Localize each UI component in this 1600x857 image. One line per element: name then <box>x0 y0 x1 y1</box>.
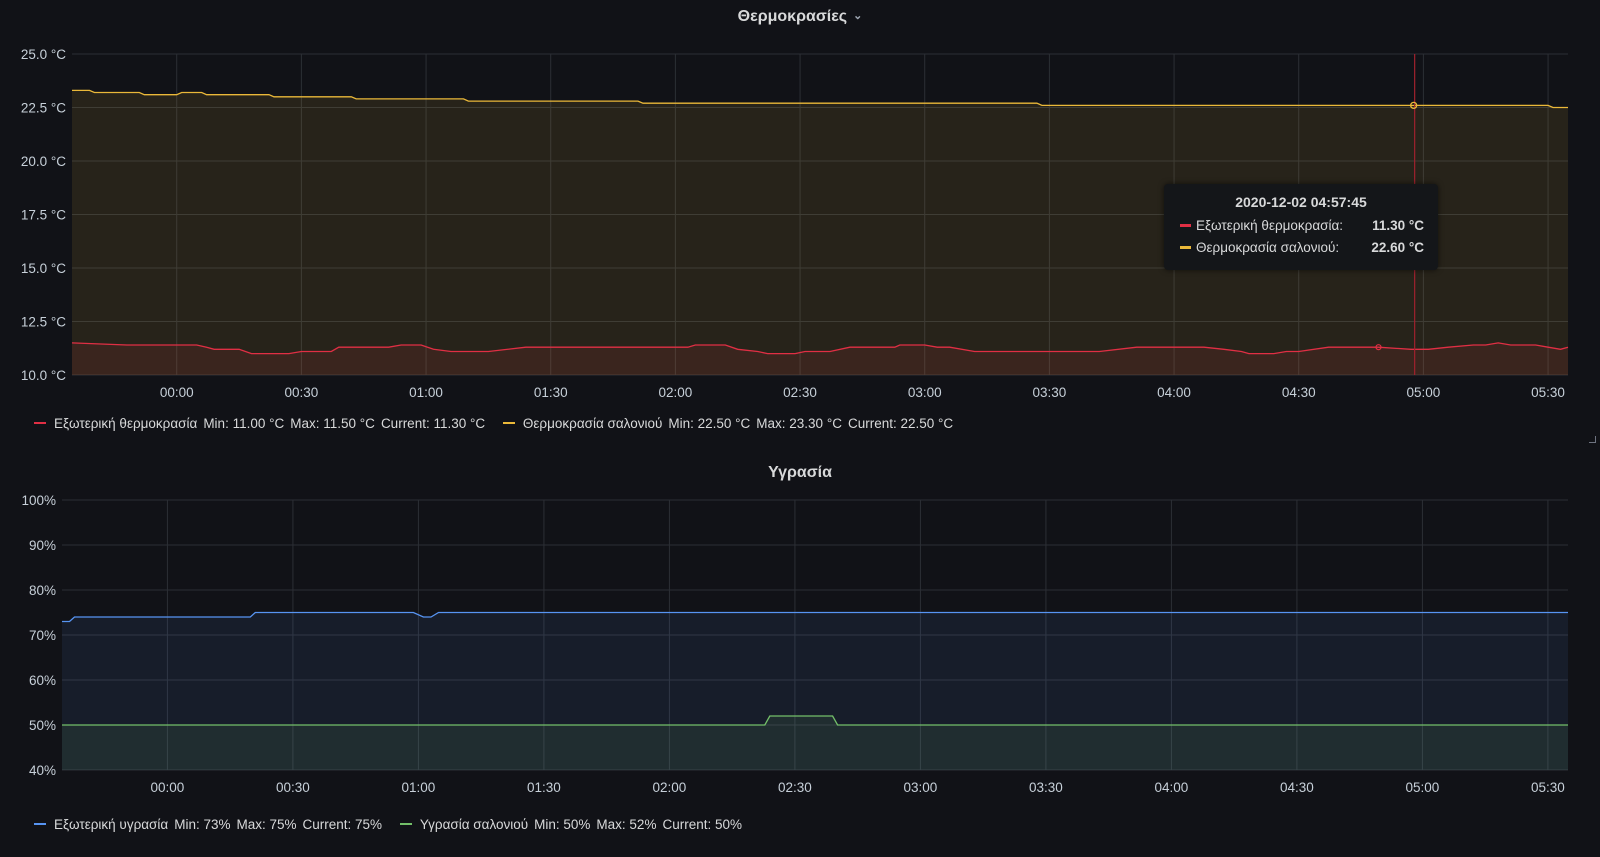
legend-min: Min: 50% <box>534 817 591 832</box>
y-tick-label: 70% <box>29 628 56 643</box>
legend-min: Min: 22.50 °C <box>668 416 751 431</box>
legend-max: Max: 11.50 °C <box>290 416 375 431</box>
legend-max: Max: 23.30 °C <box>756 416 842 431</box>
tooltip-value: 11.30 °C <box>1372 218 1424 233</box>
x-tick-label: 04:30 <box>1280 780 1314 795</box>
legend-current: Current: 75% <box>302 817 383 832</box>
y-tick-label: 100% <box>21 493 56 508</box>
x-tick-label: 03:00 <box>904 780 938 795</box>
x-tick-label: 00:00 <box>151 780 185 795</box>
x-tick-label: 00:00 <box>160 385 194 400</box>
legend-series-name: Υγρασία σαλονιού <box>419 817 529 832</box>
y-tick-label: 40% <box>29 763 56 778</box>
legend-item-living-room-temp[interactable]: Θερμοκρασία σαλονιού Min: 22.50 °C Max: 23… <box>502 416 954 431</box>
x-tick-label: 01:00 <box>409 385 443 400</box>
y-tick-label: 20.0 °C <box>21 154 66 169</box>
legend-item-outdoor-humidity[interactable]: Εξωτερική υγρασία Min: 73% Max: 75% Current… <box>34 817 382 832</box>
x-tick-label: 01:30 <box>527 780 561 795</box>
tooltip-label: Εξωτερική θερμοκρασία: <box>1196 218 1344 233</box>
tooltip-time: 2020-12-02 04:57:45 <box>1235 194 1367 210</box>
x-tick-label: 00:30 <box>276 780 310 795</box>
x-tick-label: 03:30 <box>1029 780 1063 795</box>
legend-min: Min: 73% <box>174 817 231 832</box>
legend-current: Current: 11.30 °C <box>380 416 486 431</box>
y-tick-label: 90% <box>29 538 56 553</box>
y-tick-label: 22.5 °C <box>21 101 66 116</box>
legend-series-name: Εξωτερική θερμοκρασία <box>54 416 198 431</box>
legend-swatch <box>502 422 515 425</box>
legend-min: Min: 11.00 °C <box>203 416 285 431</box>
tooltip-label: Θερμοκρασία σαλονιού: <box>1196 240 1340 255</box>
legend-max: Max: 52% <box>596 817 657 832</box>
x-tick-label: 05:00 <box>1406 780 1440 795</box>
legend-current: Current: 22.50 °C <box>847 416 954 431</box>
tooltip-swatch <box>1180 245 1191 249</box>
y-tick-label: 60% <box>29 673 56 688</box>
humidity-graph[interactable]: 100% 90% 80% 70% 60% 50% 40% 00:00 00:30 01:00 01:… <box>0 450 1600 810</box>
temperature-legend: Εξωτερική θερμοκρασία Min: 11.00 °C Max: 1… <box>34 416 967 431</box>
x-tick-label: 02:30 <box>778 780 812 795</box>
tooltip-row-outdoor: Εξωτερική θερμοκρασία: 11.30 °C <box>1180 218 1424 233</box>
legend-series-name: Θερμοκρασία σαλονιού <box>522 416 663 431</box>
legend-max: Max: 75% <box>236 817 297 832</box>
x-tick-label: 02:00 <box>658 385 692 400</box>
legend-series-name: Εξωτερική υγρασία <box>54 817 169 832</box>
x-tick-label: 03:00 <box>908 385 942 400</box>
graph-tooltip: 2020-12-02 04:57:45 Εξωτερική θερμοκρασί… <box>1164 184 1438 270</box>
legend-item-living-room-humidity[interactable]: Υγρασία σαλονιού Min: 50% Max: 52% Current:… <box>399 817 742 832</box>
x-tick-label: 05:30 <box>1531 780 1565 795</box>
x-tick-label: 05:30 <box>1531 385 1565 400</box>
y-tick-label: 50% <box>29 718 56 733</box>
x-tick-label: 01:00 <box>402 780 436 795</box>
tooltip-row-living-room: Θερμοκρασία σαλονιού: 22.60 °C <box>1180 240 1424 255</box>
y-tick-label: 17.5 °C <box>21 208 66 223</box>
x-tick-label: 04:00 <box>1155 780 1189 795</box>
y-tick-label: 15.0 °C <box>21 261 66 276</box>
y-tick-label: 80% <box>29 583 56 598</box>
legend-swatch <box>399 823 412 826</box>
x-tick-label: 02:00 <box>653 780 687 795</box>
y-tick-label: 25.0 °C <box>21 47 66 62</box>
legend-item-outdoor-temp[interactable]: Εξωτερική θερμοκρασία Min: 11.00 °C Max: 1… <box>34 416 485 431</box>
panel-resize-handle[interactable] <box>1589 436 1596 443</box>
x-tick-label: 03:30 <box>1032 385 1066 400</box>
legend-swatch <box>34 823 46 826</box>
x-tick-label: 01:30 <box>534 385 568 400</box>
humidity-panel: Υγρασία 100% 90% 80% 70% 60% 50% 40% 00:00 00:30… <box>0 450 1600 857</box>
tooltip-swatch <box>1180 223 1191 227</box>
x-tick-label: 02:30 <box>783 385 817 400</box>
y-tick-label: 10.0 °C <box>21 368 66 383</box>
humidity-legend: Εξωτερική υγρασία Min: 73% Max: 75% Current… <box>34 817 756 832</box>
x-tick-label: 04:00 <box>1157 385 1191 400</box>
x-tick-label: 05:00 <box>1406 385 1440 400</box>
legend-swatch <box>34 422 46 425</box>
y-tick-label: 12.5 °C <box>21 315 66 330</box>
legend-current: Current: 50% <box>662 817 742 832</box>
temperature-panel: Θερμοκρασίες ⌄ 25.0 °C 22.5 °C 20.0 °C 17.5 … <box>0 0 1600 448</box>
tooltip-value: 22.60 °C <box>1371 240 1424 255</box>
x-tick-label: 00:30 <box>284 385 318 400</box>
x-tick-label: 04:30 <box>1282 385 1316 400</box>
